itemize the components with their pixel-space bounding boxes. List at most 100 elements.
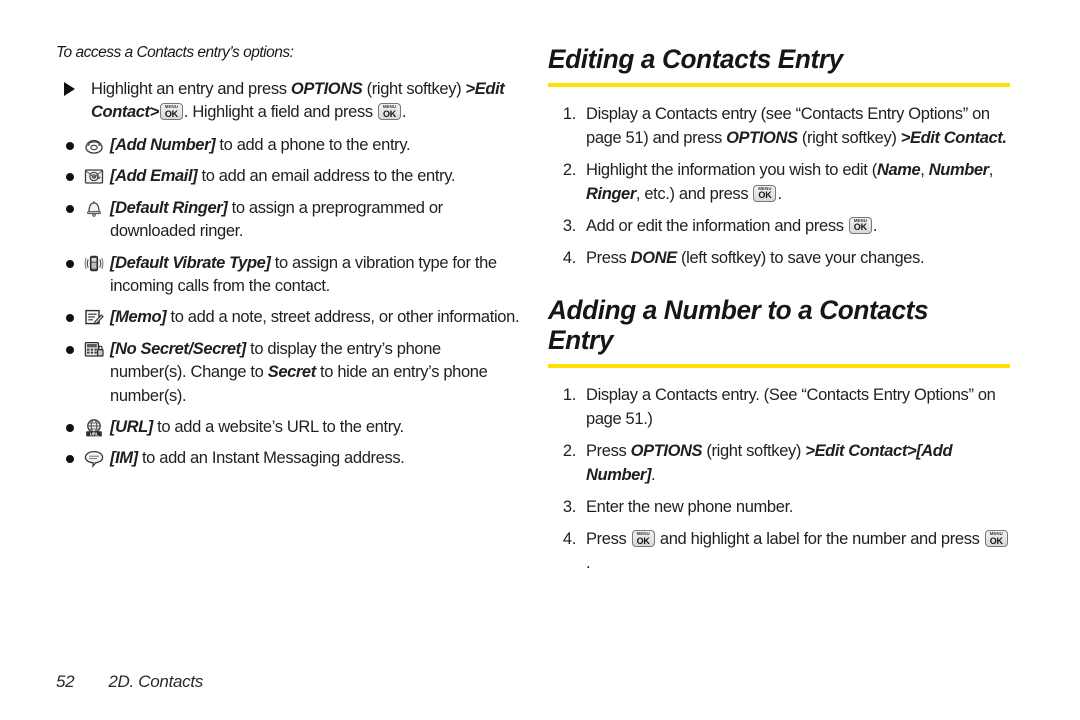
options-softkey-label: OPTIONS <box>726 128 798 147</box>
bullet-label: [URL] <box>110 418 153 437</box>
im-bubble-icon <box>84 449 104 469</box>
step-number: 2. <box>562 442 576 461</box>
menu-ok-bottom-label: OK <box>164 108 178 119</box>
field-name-label: Name <box>876 161 921 180</box>
list-item: 3. Add or edit the information and press… <box>548 215 1010 238</box>
menu-ok-key-icon: MENU OK <box>159 103 183 121</box>
left-column: To access a Contacts entry’s options: Hi… <box>0 0 520 471</box>
secret-keypad-icon <box>84 340 104 359</box>
manual-page: To access a Contacts entry’s options: Hi… <box>0 0 1080 720</box>
menu-ok-bottom-label: OK <box>853 222 867 233</box>
list-item: 1. Display a Contacts entry. (See “Conta… <box>548 384 1010 431</box>
bullet-label: [No Secret/Secret] <box>110 339 246 358</box>
step-text-p1: Press <box>586 442 631 461</box>
triangle-bullet-icon <box>64 82 75 96</box>
menu-ok-bottom-label: OK <box>989 535 1003 546</box>
bullet-label: [IM] <box>110 449 138 468</box>
right-column: Editing a Contacts Entry 1. Display a Co… <box>548 44 1010 584</box>
bell-ringer-icon <box>84 199 104 218</box>
step-text-p3: . <box>777 184 782 203</box>
list-item: [Add Email] to add an email address to t… <box>56 165 520 188</box>
step-text-p1: Enter the new phone number. <box>586 497 794 516</box>
done-softkey-label: DONE <box>630 249 677 268</box>
list-item: 3. Enter the new phone number. <box>548 496 1010 519</box>
gt-separator: > <box>149 103 160 122</box>
left-subhead: To access a Contacts entry’s options: <box>56 44 294 61</box>
list-item: URL [URL] to add a website’s URL to the … <box>56 416 520 439</box>
options-bullet-list: [Add Number] to add a phone to the entry… <box>56 134 520 471</box>
accent-rule <box>548 364 1010 369</box>
bullet-dot-icon <box>66 314 74 323</box>
step-number: 1. <box>562 386 576 405</box>
step-text-p1: Press <box>586 530 631 549</box>
field-ringer-label: Ringer <box>586 184 636 203</box>
bullet-dot-icon <box>66 173 74 182</box>
bullet-dot-icon <box>66 424 74 433</box>
step-number: 3. <box>562 497 576 516</box>
step-number: 1. <box>562 105 576 124</box>
list-item: [Memo] to add a note, street address, or… <box>56 306 520 329</box>
step-text-p1: Highlight the information you wish to ed… <box>586 161 877 180</box>
editing-steps-list: 1. Display a Contacts entry (see “Contac… <box>548 103 1010 271</box>
list-item: [Add Number] to add a phone to the entry… <box>56 134 520 157</box>
list-item: [No Secret/Secret] to display the entry’… <box>56 338 520 408</box>
menu-ok-key-icon: MENU OK <box>848 216 872 234</box>
vibrating-phone-icon <box>84 254 104 273</box>
bullet-dot-icon <box>66 141 74 150</box>
bullet-label: [Memo] <box>110 308 167 327</box>
arrow-item-p1: Highlight an entry and press <box>91 80 291 98</box>
accent-rule <box>548 83 1010 88</box>
sep: , <box>920 161 929 180</box>
menu-ok-key-icon: MENU OK <box>631 530 655 548</box>
menu-ok-bottom-label: OK <box>382 108 397 119</box>
step-text-p2: , etc.) and press <box>635 184 753 203</box>
arrow-item-p2: (right softkey) <box>362 80 466 98</box>
page-number: 52 <box>56 672 75 691</box>
bullet-text: to add a website’s URL to the entry. <box>152 418 404 437</box>
options-softkey-label: OPTIONS <box>630 442 703 461</box>
list-item: 4. Press MENU OK and highlight a label fo… <box>548 528 1010 575</box>
arrow-list: Highlight an entry and press OPTIONS (ri… <box>56 78 520 125</box>
list-item: [Default Vibrate Type] to assign a vibra… <box>56 252 520 299</box>
arrow-item-p3: . Highlight a field and press <box>183 103 377 122</box>
step-number: 4. <box>562 530 576 549</box>
list-item: Highlight an entry and press OPTIONS (ri… <box>56 78 520 125</box>
gt-separator: > <box>805 442 815 461</box>
memo-pencil-icon <box>84 308 104 327</box>
step-text-p1: Display a Contacts entry. (See “Contacts… <box>586 386 996 428</box>
options-softkey-label: OPTIONS <box>290 80 363 98</box>
list-item: [IM] to add an Instant Messaging address… <box>56 447 520 470</box>
bullet-label: [Default Ringer] <box>110 198 228 217</box>
bullet-text: to add an Instant Messaging address. <box>137 449 405 468</box>
gt-separator: > <box>900 128 911 147</box>
bullet-label: [Add Number] <box>110 135 216 154</box>
list-item: 2. Press OPTIONS (right softkey) >Edit C… <box>548 440 1010 487</box>
email-at-icon <box>84 167 104 186</box>
page-title-editing: Editing a Contacts Entry <box>548 44 843 74</box>
list-item: 1. Display a Contacts entry (see “Contac… <box>548 103 1010 150</box>
step-text-p2: and highlight a label for the number and… <box>655 530 984 549</box>
chapter-label: 2D. Contacts <box>108 672 203 691</box>
gt-separator: > <box>906 442 917 461</box>
list-item: 2. Highlight the information you wish to… <box>548 159 1010 206</box>
bullet-label: [Add Email] <box>110 167 198 186</box>
bullet-text: to add a phone to the entry. <box>215 135 411 154</box>
bullet-dot-icon <box>66 455 74 464</box>
bullet-dot-icon <box>66 345 74 354</box>
step-number: 4. <box>562 249 576 268</box>
page-title-adding: Adding a Number to a Contacts Entry <box>548 294 929 355</box>
url-globe-icon: URL <box>84 418 104 437</box>
step-text-p2: . <box>872 216 878 235</box>
arrow-item-p4: . <box>402 103 407 122</box>
menu-ok-key-icon: MENU OK <box>984 530 1008 548</box>
page-footer: 52 2D. Contacts <box>56 672 203 692</box>
menu-ok-bottom-label: OK <box>758 190 772 200</box>
step-text-p3: . <box>586 553 591 572</box>
field-number-label: Number <box>928 161 989 180</box>
edit-contact-label: Edit Contact <box>814 442 908 461</box>
step-text-p2: (left softkey) to save your changes. <box>676 249 925 268</box>
gt-separator: > <box>465 80 476 98</box>
bullet-dot-icon <box>66 204 74 213</box>
telephone-icon <box>84 136 104 155</box>
svg-text:URL: URL <box>90 431 99 436</box>
